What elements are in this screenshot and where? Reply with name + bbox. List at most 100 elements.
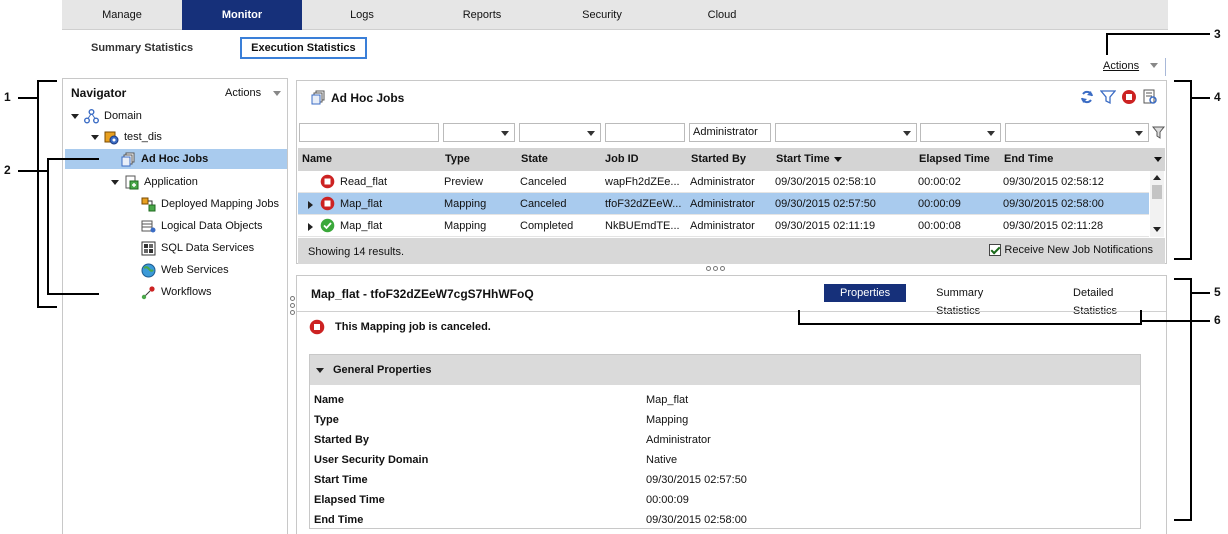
tree-item-application[interactable]: Application [111, 172, 198, 192]
navigator-actions-menu[interactable]: Actions [225, 87, 261, 99]
chevron-down-icon[interactable] [273, 91, 281, 96]
tree-item-deployed-mapping-jobs[interactable]: Deployed Mapping Jobs [141, 194, 279, 214]
callout-number-1: 1 [4, 90, 11, 104]
tab-manage[interactable]: Manage [62, 0, 182, 30]
callout-line [1174, 519, 1192, 521]
tree-item-sql-data-services[interactable]: SQL Data Services [141, 238, 254, 258]
filter-job-id-input[interactable] [605, 123, 685, 142]
logical-data-objects-icon [141, 220, 156, 232]
callout-line [1190, 278, 1192, 521]
column-header-start-time[interactable]: Start Time [776, 148, 842, 171]
expand-row-icon[interactable] [308, 201, 313, 209]
property-value: Map_flat [646, 394, 689, 406]
tree-item-workflows[interactable]: Workflows [141, 282, 212, 302]
column-header-elapsed-time[interactable]: Elapsed Time [919, 148, 990, 171]
column-header-job-id[interactable]: Job ID [605, 148, 639, 171]
tree-item-label: Workflows [161, 286, 212, 298]
clear-filter-icon[interactable] [1152, 126, 1165, 139]
column-header-state[interactable]: State [521, 148, 548, 171]
cancel-job-icon[interactable] [1121, 89, 1137, 105]
jobs-table-footer: Showing 14 results. Receive New Job Noti… [298, 238, 1165, 264]
ad-hoc-jobs-icon [311, 90, 325, 105]
filter-state-select[interactable] [519, 123, 601, 142]
column-header-end-time[interactable]: End Time [1004, 148, 1053, 171]
tab-detailed-statistics[interactable]: Detailed Statistics [1057, 284, 1166, 317]
filter-end-time-select[interactable] [1005, 123, 1149, 142]
cell-end-time: 09/30/2015 02:58:00 [1003, 198, 1104, 210]
canceled-status-icon [320, 196, 335, 211]
subtab-summary-statistics[interactable]: Summary Statistics [82, 39, 202, 57]
property-value: 00:00:09 [646, 494, 689, 506]
collapse-triangle-icon[interactable] [316, 367, 324, 373]
cell-end-time: 09/30/2015 02:11:28 [1003, 220, 1104, 232]
canceled-status-icon [309, 319, 325, 335]
column-header-name[interactable]: Name [302, 148, 332, 171]
filter-started-by-input[interactable]: Administrator [689, 123, 771, 142]
filter-start-time-select[interactable] [775, 123, 917, 142]
tree-item-web-services[interactable]: Web Services [141, 260, 229, 280]
cell-elapsed-time: 00:00:09 [918, 198, 961, 210]
column-header-type[interactable]: Type [445, 148, 470, 171]
jobs-panel-title: Ad Hoc Jobs [311, 90, 404, 105]
tab-monitor[interactable]: Monitor [182, 0, 302, 30]
results-count: Showing 14 results. [308, 246, 404, 258]
view-log-icon[interactable] [1142, 89, 1158, 105]
filter-name-input[interactable] [299, 123, 439, 142]
data-integration-service-icon [104, 131, 119, 144]
horizontal-splitter-handle[interactable] [706, 266, 727, 272]
expand-triangle-icon[interactable] [71, 113, 79, 119]
tab-reports[interactable]: Reports [422, 0, 542, 30]
global-actions-menu[interactable]: Actions [1103, 60, 1139, 72]
column-header-started-by[interactable]: Started By [691, 148, 746, 171]
table-row[interactable]: Read_flat Preview Canceled wapFh2dZEe...… [298, 171, 1149, 193]
notifications-toggle[interactable]: Receive New Job Notifications [989, 244, 1153, 256]
scroll-down-icon[interactable] [1153, 227, 1161, 232]
table-row[interactable]: Map_flat Mapping Completed NkBUEmdTE... … [298, 215, 1149, 237]
cell-job-id: tfoF32dZEeW... [605, 198, 682, 210]
refresh-icon[interactable] [1079, 89, 1095, 105]
callout-number-2: 2 [4, 163, 11, 177]
scroll-up-icon[interactable] [1153, 175, 1161, 180]
callout-line [47, 293, 99, 295]
tree-item-test-dis[interactable]: test_dis [91, 127, 162, 147]
property-row: Started By Administrator [314, 430, 1134, 450]
filter-type-select[interactable] [443, 123, 515, 142]
subtab-execution-statistics[interactable]: Execution Statistics [240, 37, 367, 59]
callout-line [1140, 310, 1142, 325]
cell-name: Read_flat [340, 176, 388, 188]
ad-hoc-jobs-panel: Ad Hoc Jobs Administrator Name Type Stat… [296, 80, 1167, 264]
callout-line [37, 80, 57, 82]
chevron-down-icon[interactable] [1150, 63, 1158, 68]
callout-line [1190, 292, 1210, 294]
property-value: Administrator [646, 434, 711, 446]
tree-item-logical-data-objects[interactable]: Logical Data Objects [141, 216, 263, 236]
sql-data-services-icon [141, 241, 156, 255]
column-menu-chevron-icon[interactable] [1154, 157, 1162, 162]
scrollbar-thumb[interactable] [1152, 185, 1162, 199]
property-value: Native [646, 454, 678, 466]
workflows-icon [141, 285, 155, 299]
tree-item-domain[interactable]: Domain [71, 106, 142, 126]
expand-triangle-icon[interactable] [91, 134, 99, 140]
expand-triangle-icon[interactable] [111, 179, 119, 185]
table-scrollbar[interactable] [1150, 171, 1164, 237]
filter-elapsed-time-select[interactable] [920, 123, 1001, 142]
filter-icon[interactable] [1100, 89, 1116, 105]
tab-security[interactable]: Security [542, 0, 662, 30]
property-row: Name Map_flat [314, 390, 1134, 410]
tab-logs[interactable]: Logs [302, 0, 422, 30]
tab-cloud[interactable]: Cloud [662, 0, 782, 30]
tab-properties[interactable]: Properties [824, 284, 907, 302]
cell-state: Canceled [520, 176, 567, 188]
table-row[interactable]: Map_flat Mapping Canceled tfoF32dZEeW...… [298, 193, 1149, 215]
divider [1165, 58, 1166, 76]
general-properties-header[interactable]: General Properties [310, 355, 1140, 385]
tree-item-label: test_dis [124, 131, 162, 143]
expand-row-icon[interactable] [308, 223, 313, 231]
callout-line [1106, 33, 1108, 55]
property-row: End Time 09/30/2015 02:58:00 [314, 510, 1134, 530]
callout-line [1174, 80, 1192, 82]
tree-item-label: SQL Data Services [161, 242, 255, 254]
notifications-checkbox[interactable] [989, 244, 1002, 256]
tab-summary-statistics[interactable]: Summary Statistics [920, 284, 1035, 317]
